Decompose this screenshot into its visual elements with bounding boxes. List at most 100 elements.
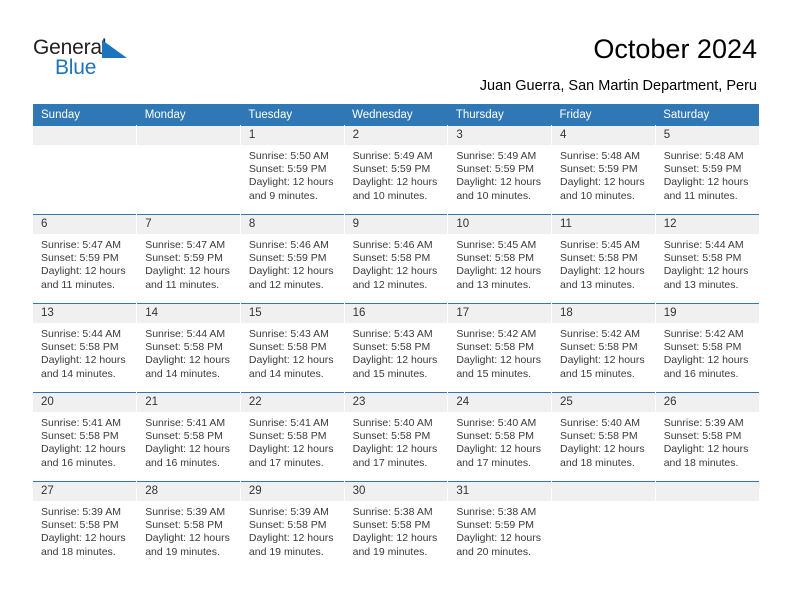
daylight-text-line1: Daylight: 12 hours: [663, 354, 749, 367]
daylight-text-line2: and 14 minutes.: [145, 367, 220, 380]
day-details: Sunrise: 5:42 AM Sunset: 5:58 PM Daylight:…: [552, 323, 655, 381]
sunset-text: Sunset: 5:58 PM: [41, 519, 119, 532]
daylight-text-line1: Daylight: 12 hours: [456, 354, 541, 367]
calendar-day-cell[interactable]: 6 Sunrise: 5:47 AM Sunset: 5:59 PM Daylight…: [33, 214, 138, 304]
sunrise-text: Sunrise: 5:39 AM: [663, 417, 744, 429]
calendar-day-cell[interactable]: 23 Sunrise: 5:40 AM Sunset: 5:58 PM Dayligh…: [344, 392, 449, 482]
day-number: 13: [33, 304, 137, 323]
calendar-day-cell[interactable]: 31 Sunrise: 5:38 AM Sunset: 5:59 PM Dayligh…: [447, 481, 553, 570]
day-number: [33, 126, 137, 145]
sunset-text: Sunset: 5:59 PM: [41, 252, 119, 265]
sunrise-text: Sunrise: 5:47 AM: [145, 239, 226, 251]
daylight-text-line1: Daylight: 12 hours: [248, 532, 334, 545]
daylight-text-line2: and 10 minutes.: [456, 189, 532, 202]
daylight-text-line1: Daylight: 12 hours: [663, 443, 749, 456]
calendar-day-cell[interactable]: 28 Sunrise: 5:39 AM Sunset: 5:58 PM Dayligh…: [136, 481, 241, 570]
daylight-text-line2: and 15 minutes.: [560, 367, 635, 380]
calendar-day-cell[interactable]: 21 Sunrise: 5:41 AM Sunset: 5:58 PM Dayligh…: [136, 392, 241, 482]
weekday-header-friday: Friday: [551, 104, 656, 126]
sunrise-text: Sunrise: 5:49 AM: [456, 150, 537, 162]
day-number: 30: [344, 482, 448, 501]
day-details: Sunrise: 5:47 AM Sunset: 5:59 PM Daylight:…: [137, 234, 240, 292]
daylight-text-line2: and 19 minutes.: [145, 545, 220, 558]
daylight-text-line2: and 19 minutes.: [352, 545, 428, 558]
sunrise-text: Sunrise: 5:48 AM: [560, 150, 640, 162]
sunrise-text: Sunrise: 5:40 AM: [352, 417, 433, 429]
daylight-text-line1: Daylight: 12 hours: [248, 354, 334, 367]
sunrise-text: Sunrise: 5:50 AM: [248, 150, 329, 162]
daylight-text-line2: and 13 minutes.: [456, 278, 532, 291]
daylight-text-line2: and 18 minutes.: [560, 456, 635, 469]
daylight-text-line2: and 11 minutes.: [663, 189, 738, 202]
daylight-text-line2: and 15 minutes.: [352, 367, 428, 380]
calendar-day-cell[interactable]: 17 Sunrise: 5:42 AM Sunset: 5:58 PM Dayligh…: [447, 303, 553, 393]
calendar-day-cell[interactable]: 15 Sunrise: 5:43 AM Sunset: 5:58 PM Dayligh…: [240, 303, 345, 393]
calendar-day-cell[interactable]: 7 Sunrise: 5:47 AM Sunset: 5:59 PM Daylight…: [136, 214, 241, 304]
calendar-day-cell[interactable]: 10 Sunrise: 5:45 AM Sunset: 5:58 PM Dayligh…: [447, 214, 553, 304]
sunset-text: Sunset: 5:58 PM: [145, 430, 223, 443]
day-details: Sunrise: 5:39 AM Sunset: 5:58 PM Daylight:…: [656, 412, 759, 470]
calendar-day-cell[interactable]: 4 Sunrise: 5:48 AM Sunset: 5:59 PM Daylight…: [551, 125, 656, 215]
sunset-text: Sunset: 5:58 PM: [248, 341, 327, 354]
calendar-day-cell[interactable]: 2 Sunrise: 5:49 AM Sunset: 5:59 PM Daylight…: [344, 125, 449, 215]
calendar-day-cell[interactable]: 12 Sunrise: 5:44 AM Sunset: 5:58 PM Dayligh…: [655, 214, 759, 304]
day-details: Sunrise: 5:42 AM Sunset: 5:58 PM Daylight:…: [656, 323, 759, 381]
calendar-day-cell[interactable]: 30 Sunrise: 5:38 AM Sunset: 5:58 PM Dayligh…: [344, 481, 449, 570]
sunset-text: Sunset: 5:58 PM: [663, 341, 742, 354]
day-details: Sunrise: 5:45 AM Sunset: 5:58 PM Daylight:…: [448, 234, 551, 292]
sunset-text: Sunset: 5:58 PM: [41, 341, 119, 354]
daylight-text-line1: Daylight: 12 hours: [41, 443, 126, 456]
daylight-text-line1: Daylight: 12 hours: [248, 176, 334, 189]
calendar-day-cell[interactable]: 19 Sunrise: 5:42 AM Sunset: 5:58 PM Dayligh…: [655, 303, 759, 393]
sunrise-text: Sunrise: 5:42 AM: [456, 328, 537, 340]
calendar-day-cell[interactable]: 3 Sunrise: 5:49 AM Sunset: 5:59 PM Daylight…: [447, 125, 553, 215]
daylight-text-line2: and 18 minutes.: [41, 545, 116, 558]
calendar-day-cell[interactable]: 11 Sunrise: 5:45 AM Sunset: 5:58 PM Dayligh…: [551, 214, 656, 304]
daylight-text-line2: and 16 minutes.: [145, 456, 220, 469]
daylight-text-line1: Daylight: 12 hours: [663, 265, 749, 278]
calendar-day-cell[interactable]: 1 Sunrise: 5:50 AM Sunset: 5:59 PM Daylight…: [240, 125, 345, 215]
day-number: 19: [655, 304, 759, 323]
calendar-day-cell[interactable]: 26 Sunrise: 5:39 AM Sunset: 5:58 PM Dayligh…: [655, 392, 759, 482]
day-details: Sunrise: 5:47 AM Sunset: 5:59 PM Daylight:…: [33, 234, 136, 292]
sunset-text: Sunset: 5:58 PM: [456, 252, 534, 265]
daylight-text-line1: Daylight: 12 hours: [352, 443, 438, 456]
day-number: 27: [33, 482, 137, 501]
calendar-day-cell[interactable]: 8 Sunrise: 5:46 AM Sunset: 5:59 PM Daylight…: [240, 214, 345, 304]
calendar-day-cell[interactable]: 29 Sunrise: 5:39 AM Sunset: 5:58 PM Dayligh…: [240, 481, 345, 570]
calendar-day-cell[interactable]: 24 Sunrise: 5:40 AM Sunset: 5:58 PM Dayligh…: [447, 392, 553, 482]
daylight-text-line1: Daylight: 12 hours: [248, 265, 334, 278]
day-number: 1: [240, 126, 344, 145]
calendar-day-cell[interactable]: 16 Sunrise: 5:43 AM Sunset: 5:58 PM Dayligh…: [344, 303, 449, 393]
day-number: 29: [240, 482, 344, 501]
sunset-text: Sunset: 5:59 PM: [248, 252, 327, 265]
calendar-day-cell[interactable]: 14 Sunrise: 5:44 AM Sunset: 5:58 PM Dayligh…: [136, 303, 241, 393]
day-number: 9: [344, 215, 448, 234]
calendar-day-cell[interactable]: 9 Sunrise: 5:46 AM Sunset: 5:58 PM Daylight…: [344, 214, 449, 304]
sunrise-text: Sunrise: 5:44 AM: [41, 328, 121, 340]
day-number: 31: [448, 482, 552, 501]
day-details: Sunrise: 5:43 AM Sunset: 5:58 PM Daylight:…: [345, 323, 448, 381]
sunrise-text: Sunrise: 5:44 AM: [663, 239, 744, 251]
calendar-day-cell-empty: [551, 481, 656, 570]
calendar-day-cell[interactable]: 13 Sunrise: 5:44 AM Sunset: 5:58 PM Dayligh…: [33, 303, 138, 393]
sunset-text: Sunset: 5:59 PM: [352, 163, 431, 176]
day-details: Sunrise: 5:50 AM Sunset: 5:59 PM Daylight:…: [241, 145, 344, 203]
day-number: [552, 482, 655, 501]
daylight-text-line1: Daylight: 12 hours: [456, 176, 541, 189]
daylight-text-line2: and 10 minutes.: [352, 189, 428, 202]
calendar-day-cell[interactable]: 27 Sunrise: 5:39 AM Sunset: 5:58 PM Dayligh…: [33, 481, 138, 570]
calendar-day-cell[interactable]: 22 Sunrise: 5:41 AM Sunset: 5:58 PM Dayligh…: [240, 392, 345, 482]
general-blue-logo[interactable]: General Blue: [33, 36, 148, 82]
calendar-day-cell[interactable]: 20 Sunrise: 5:41 AM Sunset: 5:58 PM Dayligh…: [33, 392, 138, 482]
calendar-day-cell[interactable]: 25 Sunrise: 5:40 AM Sunset: 5:58 PM Dayligh…: [551, 392, 656, 482]
daylight-text-line1: Daylight: 12 hours: [352, 176, 438, 189]
day-details: Sunrise: 5:40 AM Sunset: 5:58 PM Daylight:…: [448, 412, 551, 470]
calendar-day-cell[interactable]: 18 Sunrise: 5:42 AM Sunset: 5:58 PM Dayligh…: [551, 303, 656, 393]
day-number: 22: [240, 393, 344, 412]
calendar-day-cell[interactable]: 5 Sunrise: 5:48 AM Sunset: 5:59 PM Daylight…: [655, 125, 759, 215]
sunrise-text: Sunrise: 5:47 AM: [41, 239, 121, 251]
sunrise-text: Sunrise: 5:42 AM: [663, 328, 744, 340]
day-details: Sunrise: 5:41 AM Sunset: 5:58 PM Daylight:…: [137, 412, 240, 470]
day-details: Sunrise: 5:44 AM Sunset: 5:58 PM Daylight:…: [137, 323, 240, 381]
